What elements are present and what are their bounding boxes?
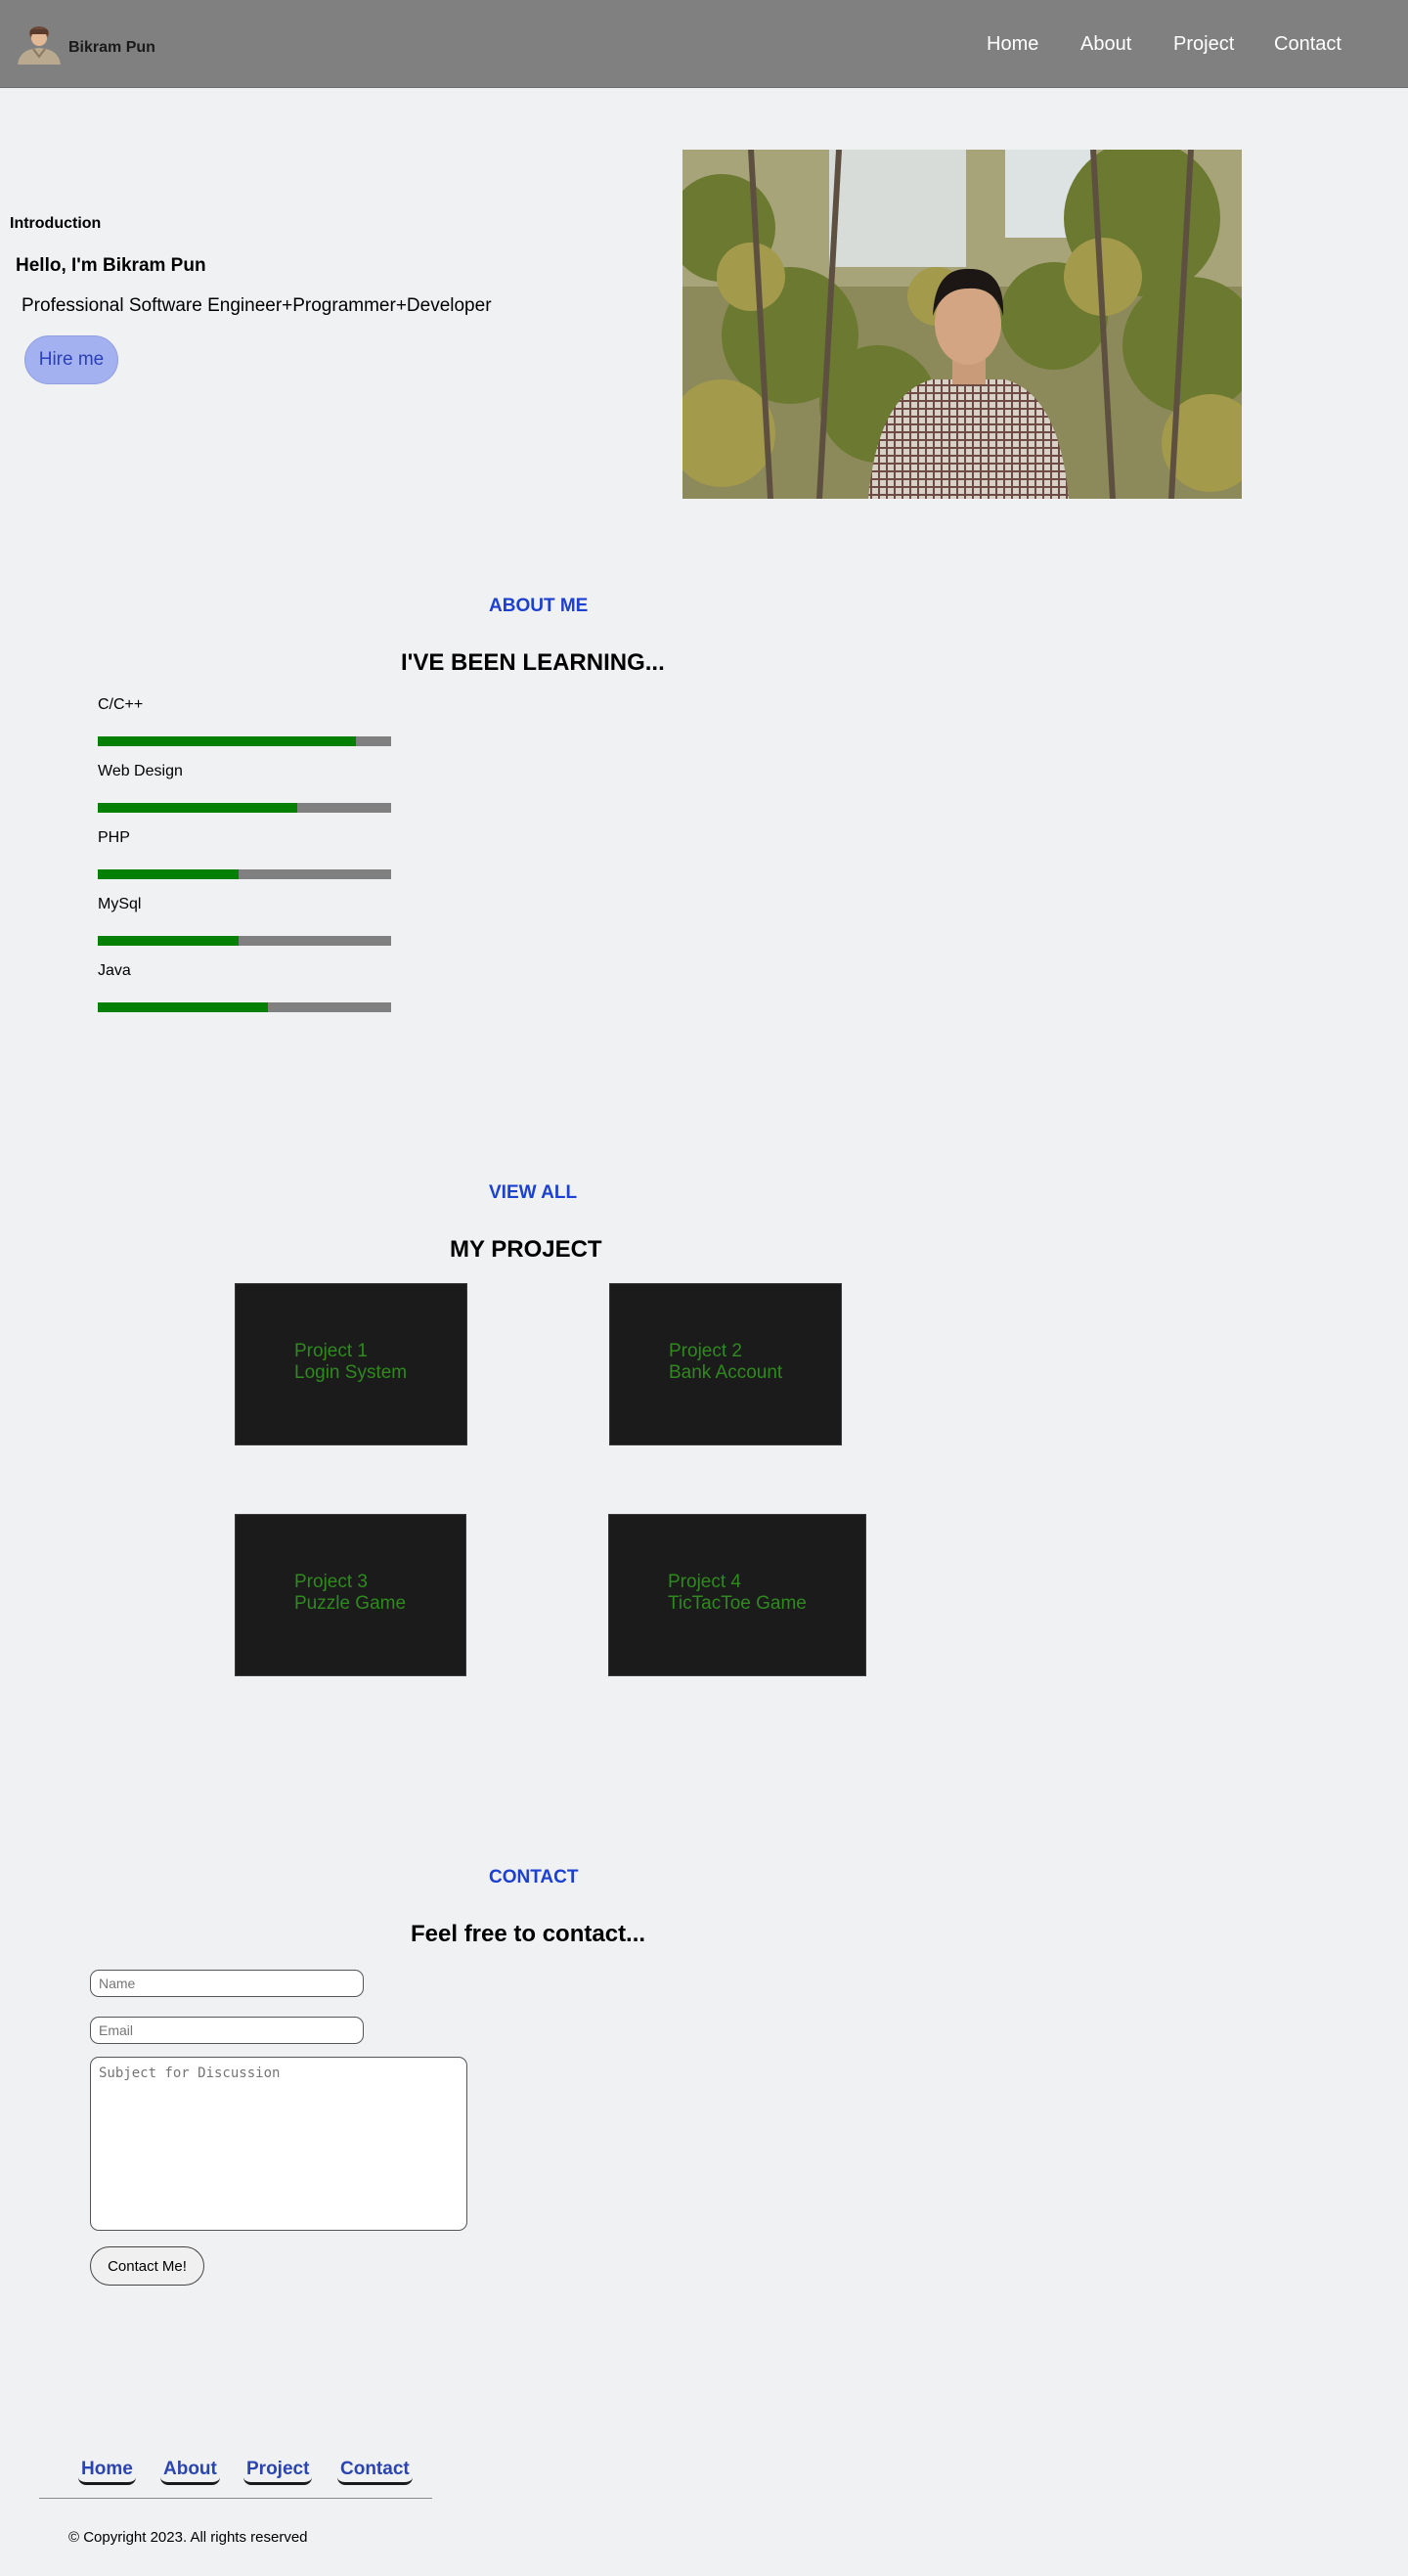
- skill-bar: [98, 1002, 391, 1012]
- project-card[interactable]: Project 4 TicTacToe Game: [608, 1514, 866, 1676]
- site-header: Bikram Pun Home About Project Contact: [0, 0, 1408, 88]
- footer-link-home[interactable]: Home: [78, 2459, 136, 2485]
- contact-title: Feel free to contact...: [411, 1921, 646, 1947]
- project-number: Project 3: [294, 1572, 368, 1592]
- project-number: Project 1: [294, 1341, 368, 1361]
- footer-divider: [39, 2498, 432, 2499]
- role-text: Professional Software Engineer+Programme…: [22, 295, 492, 316]
- project-name: Bank Account: [669, 1362, 783, 1383]
- skill-bar-fill: [98, 869, 239, 879]
- nav-contact[interactable]: Contact: [1274, 33, 1342, 56]
- nav-home[interactable]: Home: [987, 33, 1038, 56]
- project-name: TicTacToe Game: [668, 1593, 807, 1614]
- profile-photo: [682, 150, 1242, 499]
- project-card[interactable]: Project 1 Login System: [235, 1283, 467, 1445]
- subject-textarea[interactable]: [90, 2057, 467, 2231]
- contact-me-button[interactable]: Contact Me!: [90, 2246, 204, 2286]
- footer-link-about[interactable]: About: [160, 2459, 220, 2485]
- skill-label: Java: [98, 962, 131, 979]
- copyright-text: © Copyright 2023. All rights reserved: [68, 2529, 308, 2546]
- skill-label: MySql: [98, 896, 142, 912]
- nav-project[interactable]: Project: [1173, 33, 1234, 56]
- skill-bar-fill: [98, 1002, 268, 1012]
- nav-about[interactable]: About: [1080, 33, 1131, 56]
- skill-label: PHP: [98, 829, 130, 846]
- skill-label: C/C++: [98, 696, 144, 713]
- skill-bar: [98, 869, 391, 879]
- hire-me-button[interactable]: Hire me: [24, 335, 118, 384]
- brand-name: Bikram Pun: [68, 39, 155, 56]
- skill-bar-fill: [98, 803, 297, 813]
- name-field[interactable]: [90, 1970, 364, 1997]
- project-name: Puzzle Game: [294, 1593, 407, 1614]
- footer-link-project[interactable]: Project: [243, 2459, 313, 2485]
- project-card[interactable]: Project 2 Bank Account: [609, 1283, 842, 1445]
- about-title: I'VE BEEN LEARNING...: [401, 649, 665, 676]
- project-name: Login System: [294, 1362, 408, 1383]
- intro-label: Introduction: [10, 215, 102, 232]
- skill-bar-fill: [98, 936, 239, 946]
- contact-tag: CONTACT: [489, 1867, 579, 1888]
- projects-title: MY PROJECT: [450, 1236, 602, 1263]
- project-card[interactable]: Project 3 Puzzle Game: [235, 1514, 466, 1676]
- email-field[interactable]: [90, 2017, 364, 2044]
- hello-heading: Hello, I'm Bikram Pun: [16, 255, 206, 276]
- skill-label: Web Design: [98, 763, 183, 779]
- project-number: Project 4: [668, 1572, 741, 1592]
- footer-link-contact[interactable]: Contact: [337, 2459, 413, 2485]
- view-all-link[interactable]: VIEW ALL: [489, 1182, 577, 1204]
- skill-bar: [98, 936, 391, 946]
- skill-bar: [98, 803, 391, 813]
- skill-bar-fill: [98, 736, 356, 746]
- project-number: Project 2: [669, 1341, 742, 1361]
- avatar-logo: [14, 22, 65, 65]
- about-tag: ABOUT ME: [489, 596, 589, 616]
- skill-bar: [98, 736, 391, 746]
